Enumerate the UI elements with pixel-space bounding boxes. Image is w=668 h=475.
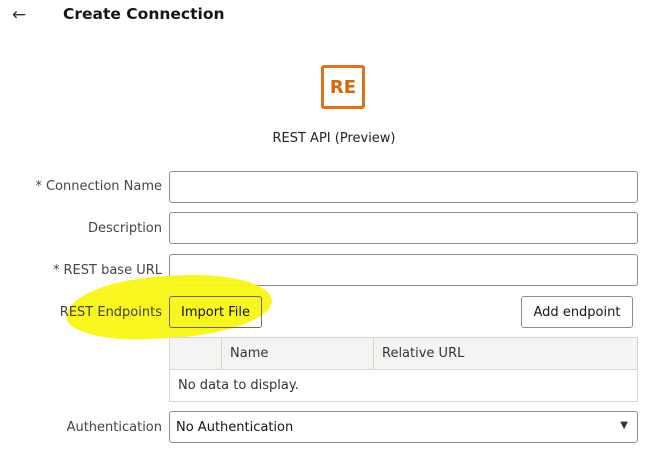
column-header-relative-url[interactable]: Relative URL xyxy=(373,337,638,370)
description-input[interactable] xyxy=(169,212,638,244)
column-header-select xyxy=(169,337,222,370)
required-marker: * xyxy=(35,179,42,194)
connection-type-label: REST API (Preview) xyxy=(272,131,396,146)
authentication-selected-value: No Authentication xyxy=(176,419,294,435)
table-row: No data to display. xyxy=(169,369,638,402)
rest-api-logo: RE xyxy=(321,65,365,109)
rest-endpoints-label: REST Endpoints xyxy=(59,305,162,320)
authentication-select[interactable]: No Authentication ▼ xyxy=(169,411,638,443)
connection-name-label: * Connection Name xyxy=(35,178,162,196)
connection-name-input[interactable] xyxy=(169,171,638,203)
logo-text: RE xyxy=(329,76,357,98)
table-header-row: Name Relative URL xyxy=(169,337,638,370)
description-label: Description xyxy=(87,221,162,236)
empty-table-message: No data to display. xyxy=(169,369,638,402)
base-url-label-text: REST base URL xyxy=(63,263,162,278)
chevron-down-icon: ▼ xyxy=(620,420,628,431)
endpoints-table: Name Relative URL No data to display. xyxy=(169,337,638,402)
required-marker: * xyxy=(53,263,60,278)
connection-name-label-text: Connection Name xyxy=(45,179,162,194)
page-title: Create Connection xyxy=(63,5,225,23)
column-header-name[interactable]: Name xyxy=(221,337,374,370)
back-arrow-icon[interactable]: ← xyxy=(8,4,30,26)
import-file-button[interactable]: Import File xyxy=(169,296,262,328)
add-endpoint-button[interactable]: Add endpoint xyxy=(521,296,633,328)
authentication-label: Authentication xyxy=(66,420,162,435)
